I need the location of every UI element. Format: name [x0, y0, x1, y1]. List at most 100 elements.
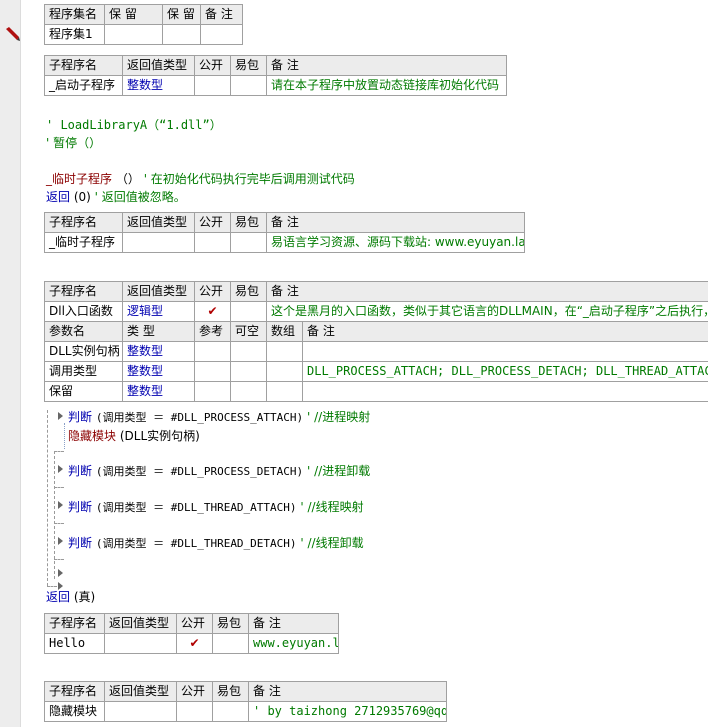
header-cell: 程序集名 [44, 4, 105, 25]
param-type-cell[interactable]: 整数型 [122, 381, 195, 402]
sub-dllmain-table: 子程序名 返回值类型 公开 易包 备 注 Dll入口函数 逻辑型 ✔ 这个是黑月… [44, 281, 708, 402]
judge-keyword: 判断 [68, 536, 93, 550]
header-cell: 公开 [176, 613, 213, 634]
sub-startup-table: 子程序名 返回值类型 公开 易包 备 注 _启动子程序 整数型 请在本子程序中放… [44, 55, 507, 96]
table-cell[interactable] [266, 341, 303, 362]
table-cell[interactable] [230, 361, 267, 382]
sub-name-cell[interactable]: Dll入口函数 [44, 301, 123, 322]
header-cell: 易包 [230, 55, 267, 76]
table-cell[interactable] [266, 361, 303, 382]
public-check-icon[interactable]: ✔ [194, 301, 231, 322]
sub-name-cell[interactable]: _临时子程序 [44, 232, 123, 253]
header-cell: 子程序名 [44, 681, 105, 702]
table-row[interactable]: Dll入口函数 逻辑型 ✔ 这个是黑月的入口函数，类似于其它语言的DLLMAIN… [44, 301, 708, 322]
param-remark-cell[interactable] [301, 341, 708, 362]
return-type-cell[interactable] [104, 633, 177, 654]
param-name-cell[interactable]: 保留 [44, 381, 123, 402]
header-cell: 返回值类型 [122, 281, 195, 302]
table-cell[interactable] [230, 381, 267, 402]
param-remark-cell[interactable] [301, 381, 708, 402]
table-header-row: 子程序名 返回值类型 公开 易包 备 注 [44, 55, 507, 76]
param-row[interactable]: 调用类型 整数型 DLL_PROCESS_ATTACH; DLL_PROCESS… [44, 361, 708, 382]
remark-cell[interactable]: 易语言学习资源、源码下载站: www.eyuyan.la [266, 232, 525, 253]
header-cell: 子程序名 [44, 613, 105, 634]
assembly-name-cell[interactable]: 程序集1 [44, 24, 105, 45]
param-row[interactable]: 保留 整数型 [44, 381, 708, 402]
code-line-judge[interactable]: 判断 (调用类型 ＝ #DLL_PROCESS_ATTACH) ' //进程映射 [68, 409, 370, 426]
param-type-cell[interactable]: 整数型 [122, 361, 195, 382]
flow-line [54, 559, 64, 560]
header-cell: 备 注 [266, 212, 525, 233]
public-cell[interactable] [194, 232, 231, 253]
return-type-cell[interactable]: 逻辑型 [122, 301, 195, 322]
return-type-cell[interactable]: 整数型 [122, 75, 195, 96]
return-type-cell[interactable] [104, 701, 177, 722]
param-name-cell[interactable]: 调用类型 [44, 361, 123, 382]
remark-cell[interactable]: ' by taizhong 2712935769@qq.com [248, 701, 447, 722]
judge-args: (调用类型 ＝ #DLL_THREAD_DETACH) [95, 537, 297, 550]
code-line-judge[interactable]: 判断 (调用类型 ＝ #DLL_THREAD_ATTACH) ' //线程映射 [68, 499, 364, 516]
code-line-hide-call[interactable]: 隐藏模块 (DLL实例句柄) [68, 428, 200, 444]
flow-arrow-icon [58, 501, 63, 509]
judge-args: (调用类型 ＝ #DLL_PROCESS_ATTACH) [95, 411, 304, 424]
public-check-icon[interactable]: ✔ [176, 633, 213, 654]
judge-args: (调用类型 ＝ #DLL_PROCESS_DETACH) [95, 465, 304, 478]
table-cell[interactable] [104, 24, 163, 45]
header-cell: 数组 [266, 321, 303, 342]
header-cell: 备 注 [200, 4, 243, 25]
epkg-cell[interactable] [212, 633, 249, 654]
table-row[interactable]: 隐藏模块 ' by taizhong 2712935769@qq.com [44, 701, 447, 722]
return-args: (0) [73, 190, 91, 204]
code-line-return[interactable]: 返回 (真) [46, 589, 95, 605]
return-type-cell[interactable] [122, 232, 195, 253]
param-type-cell[interactable]: 整数型 [122, 341, 195, 362]
table-cell[interactable] [200, 24, 243, 45]
code-comment-line[interactable]: ' LoadLibraryA（“1.dll”） [46, 117, 222, 133]
table-row[interactable]: _临时子程序 易语言学习资源、源码下载站: www.eyuyan.la [44, 232, 525, 253]
code-line-judge[interactable]: 判断 (调用类型 ＝ #DLL_THREAD_DETACH) ' //线程卸载 [68, 535, 364, 552]
epkg-cell[interactable] [230, 301, 267, 322]
sub-name-cell[interactable]: _启动子程序 [44, 75, 123, 96]
public-cell[interactable] [194, 75, 231, 96]
table-header-row: 程序集名 保 留 保 留 备 注 [44, 4, 243, 25]
code-comment: ' 返回值被忽略。 [94, 190, 186, 204]
code-line-return[interactable]: 返回 (0) ' 返回值被忽略。 [46, 189, 186, 205]
table-row[interactable]: _启动子程序 整数型 请在本子程序中放置动态链接库初始化代码 [44, 75, 507, 96]
header-cell: 易包 [212, 681, 249, 702]
table-cell[interactable] [162, 24, 201, 45]
table-cell[interactable] [194, 361, 231, 382]
epkg-cell[interactable] [212, 701, 249, 722]
code-line-judge[interactable]: 判断 (调用类型 ＝ #DLL_PROCESS_DETACH) ' //进程卸载 [68, 463, 370, 480]
param-row[interactable]: DLL实例句柄 整数型 [44, 341, 708, 362]
table-cell[interactable] [230, 341, 267, 362]
param-remark-cell[interactable]: DLL_PROCESS_ATTACH; DLL_PROCESS_DETACH; … [301, 361, 708, 382]
header-cell: 返回值类型 [122, 55, 195, 76]
param-name-cell[interactable]: DLL实例句柄 [44, 341, 123, 362]
table-cell[interactable] [194, 381, 231, 402]
table-cell[interactable] [266, 381, 303, 402]
header-cell: 备 注 [248, 681, 447, 702]
sub-call-name: 隐藏模块 [68, 429, 117, 443]
table-cell[interactable] [194, 341, 231, 362]
header-cell: 公开 [194, 212, 231, 233]
header-cell: 备 注 [301, 321, 708, 342]
header-cell: 可空 [230, 321, 267, 342]
flow-arrow-icon [58, 465, 63, 473]
code-comment-line[interactable]: ' 暂停（） [46, 135, 101, 151]
remark-cell[interactable]: www.eyuyan.la [248, 633, 339, 654]
sub-hello-table: 子程序名 返回值类型 公开 易包 备 注 Hello ✔ www.eyuyan.… [44, 613, 339, 654]
table-row[interactable]: 程序集1 [44, 24, 243, 45]
epkg-cell[interactable] [230, 232, 267, 253]
judge-keyword: 判断 [68, 500, 93, 514]
sub-name-cell[interactable]: 隐藏模块 [44, 701, 105, 722]
code-line-call-temp[interactable]: _临时子程序 （） ' 在初始化代码执行完毕后调用测试代码 [46, 171, 355, 187]
sub-name-cell[interactable]: Hello [44, 633, 105, 654]
epkg-cell[interactable] [230, 75, 267, 96]
remark-cell[interactable]: 请在本子程序中放置动态链接库初始化代码 [266, 75, 507, 96]
code-comment: ' //线程映射 [300, 500, 364, 514]
code-comment: ' 在初始化代码执行完毕后调用测试代码 [143, 172, 355, 186]
header-cell: 类 型 [122, 321, 195, 342]
remark-cell[interactable]: 这个是黑月的入口函数，类似于其它语言的DLLMAIN，在“_启动子程序”之后执行… [265, 301, 708, 322]
table-row[interactable]: Hello ✔ www.eyuyan.la [44, 633, 339, 654]
public-cell[interactable] [176, 701, 213, 722]
